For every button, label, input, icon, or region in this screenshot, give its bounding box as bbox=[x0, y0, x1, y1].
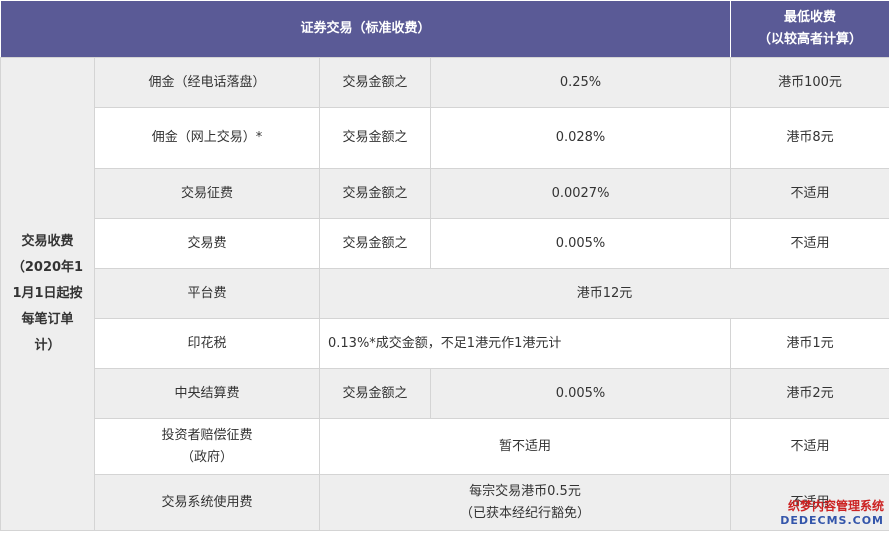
fee-minimum: 不适用 bbox=[730, 168, 889, 219]
fee-merged-value: 暂不适用 bbox=[318, 418, 732, 475]
table-row: 投资者赔偿征费 （政府） 暂不适用 不适用 bbox=[1, 418, 889, 475]
fee-rate: 0.25% bbox=[429, 57, 732, 108]
table-row: 交易费 交易金额之 0.005% 不适用 bbox=[1, 218, 889, 269]
fee-table: 证券交易（标准收费） 最低收费 （以较高者计算） 交易收费 （2020年1 1月… bbox=[0, 0, 889, 531]
side-label-line: 计） bbox=[34, 338, 61, 353]
table-row: 交易系统使用费 每宗交易港币0.5元 （已获本经纪行豁免） 不适用 bbox=[1, 474, 889, 531]
fee-item: 佣金（经电话落盘） bbox=[94, 57, 320, 108]
table-row: 交易收费 （2020年1 1月1日起按 每笔订单 计） 佣金（经电话落盘） 交易… bbox=[0, 57, 889, 531]
fee-minimum: 不适用 bbox=[730, 418, 889, 475]
min-fee-header: 最低收费 （以较高者计算） bbox=[730, 0, 889, 58]
fee-item: 印花税 bbox=[94, 318, 320, 369]
fee-minimum: 港币1元 bbox=[730, 318, 889, 369]
fee-item: 佣金（网上交易）* bbox=[94, 107, 320, 169]
fee-minimum: 港币8元 bbox=[730, 107, 889, 169]
fee-rate: 0.0027% bbox=[429, 168, 732, 219]
fee-merged-line: 每宗交易港币0.5元 bbox=[469, 483, 581, 499]
fee-basis: 交易金额之 bbox=[319, 57, 431, 108]
fee-basis: 交易金额之 bbox=[319, 368, 431, 419]
table-row: 平台费 港币12元 bbox=[1, 268, 889, 319]
fee-merged-value: 港币12元 bbox=[318, 268, 889, 319]
fee-basis: 交易金额之 bbox=[319, 168, 431, 219]
fee-item: 投资者赔偿征费 （政府） bbox=[94, 418, 320, 475]
fee-minimum: 不适用 bbox=[730, 474, 889, 531]
fee-item-line: 投资者赔偿征费 bbox=[161, 427, 253, 443]
trading-fee-label: 交易收费 （2020年1 1月1日起按 每笔订单 计） bbox=[0, 57, 95, 531]
side-label-line: 交易收费 bbox=[21, 234, 74, 249]
fee-merged-value: 0.13%*成交金额，不足1港元作1港元计 bbox=[318, 318, 732, 369]
table-row: 中央结算费 交易金额之 0.005% 港币2元 bbox=[1, 368, 889, 419]
fee-rate: 0.005% bbox=[429, 368, 732, 419]
table-row: 印花税 0.13%*成交金额，不足1港元作1港元计 港币1元 bbox=[1, 318, 889, 369]
table-row: 交易征费 交易金额之 0.0027% 不适用 bbox=[1, 168, 889, 219]
fee-item: 平台费 bbox=[94, 268, 320, 319]
min-fee-header-line2: （以较高者计算） bbox=[758, 32, 863, 47]
min-fee-header-line1: 最低收费 bbox=[784, 10, 837, 25]
fee-rate: 0.005% bbox=[429, 218, 732, 269]
fee-item: 交易系统使用费 bbox=[94, 474, 320, 531]
side-label-line: 每笔订单 bbox=[21, 312, 74, 327]
fee-item: 中央结算费 bbox=[94, 368, 320, 419]
fee-item-line: （政府） bbox=[180, 449, 233, 465]
fee-minimum: 不适用 bbox=[730, 218, 889, 269]
side-label-line: （2020年1 bbox=[11, 260, 84, 275]
fee-minimum: 港币2元 bbox=[730, 368, 889, 419]
fee-minimum: 港币100元 bbox=[730, 57, 889, 108]
fee-item: 交易征费 bbox=[94, 168, 320, 219]
table-row: 佣金（网上交易）* 交易金额之 0.028% 港币8元 bbox=[1, 107, 889, 169]
fee-basis: 交易金额之 bbox=[319, 107, 431, 169]
fee-merged-line: （已获本经纪行豁免） bbox=[460, 505, 591, 521]
fee-merged-value: 每宗交易港币0.5元 （已获本经纪行豁免） bbox=[318, 474, 732, 531]
side-label-line: 1月1日起按 bbox=[12, 286, 83, 301]
fee-item: 交易费 bbox=[94, 218, 320, 269]
standard-fee-header: 证券交易（标准收费） bbox=[0, 0, 732, 58]
fee-rate: 0.028% bbox=[429, 107, 732, 169]
fee-basis: 交易金额之 bbox=[319, 218, 431, 269]
